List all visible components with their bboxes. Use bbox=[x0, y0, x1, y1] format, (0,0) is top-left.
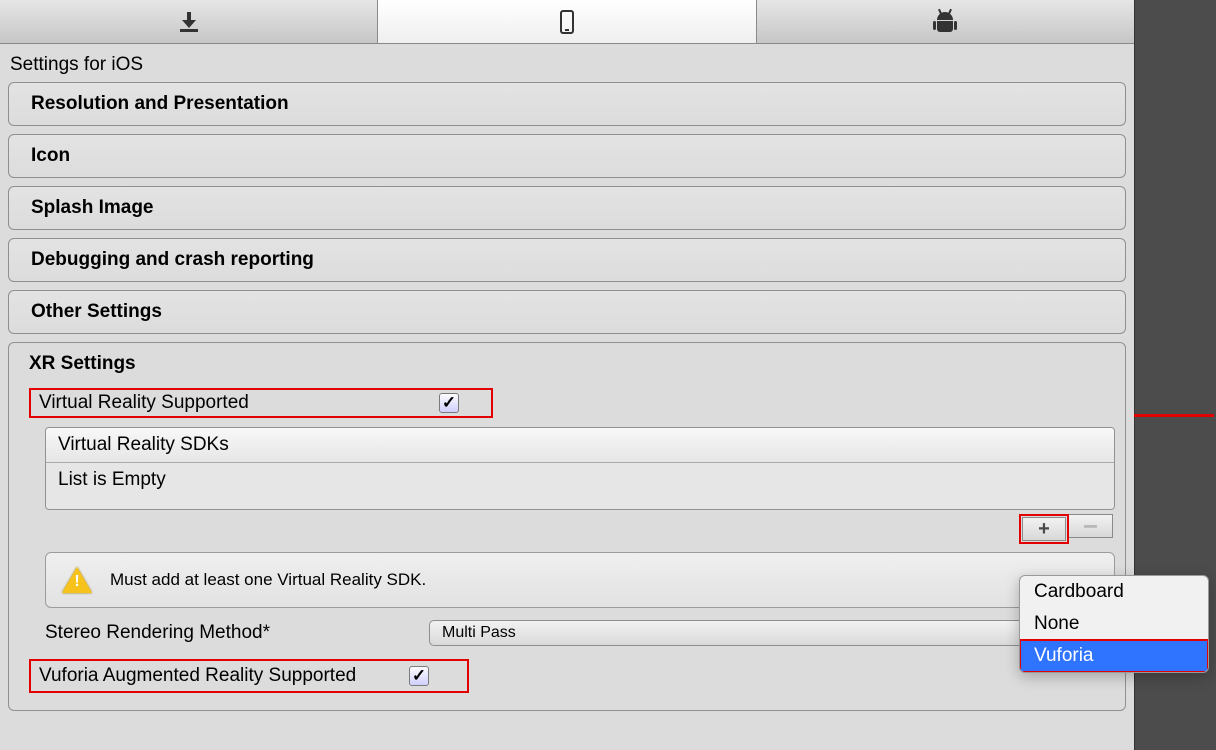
section-other[interactable]: Other Settings bbox=[8, 290, 1126, 334]
add-sdk-highlight: + bbox=[1019, 514, 1069, 544]
stereo-rendering-row: Stereo Rendering Method* Multi Pass bbox=[19, 618, 1115, 654]
sdk-popup-menu: Cardboard None Vuforia bbox=[1019, 575, 1209, 673]
stereo-rendering-label: Stereo Rendering Method* bbox=[45, 622, 429, 644]
vr-sdks-list: Virtual Reality SDKs List is Empty bbox=[45, 427, 1115, 510]
stereo-rendering-dropdown[interactable]: Multi Pass bbox=[429, 620, 1105, 646]
section-resolution[interactable]: Resolution and Presentation bbox=[8, 82, 1126, 126]
section-xr-settings: XR Settings Virtual Reality Supported ✓ … bbox=[8, 342, 1126, 711]
sdk-list-buttons: + − bbox=[19, 514, 1115, 544]
popup-item-cardboard[interactable]: Cardboard bbox=[1020, 576, 1208, 608]
download-icon bbox=[180, 12, 198, 32]
sdk-warning: Must add at least one Virtual Reality SD… bbox=[45, 552, 1115, 608]
xr-settings-header: XR Settings bbox=[19, 349, 1115, 383]
warning-icon bbox=[62, 567, 92, 593]
annotation-tick bbox=[1134, 414, 1214, 417]
remove-sdk-button[interactable]: − bbox=[1069, 514, 1113, 538]
sdk-warning-text: Must add at least one Virtual Reality SD… bbox=[110, 570, 426, 590]
tab-android[interactable] bbox=[757, 0, 1134, 43]
vuforia-ar-checkbox[interactable]: ✓ bbox=[409, 666, 429, 686]
settings-title: Settings for iOS bbox=[0, 44, 1134, 82]
sections-container: Resolution and Presentation Icon Splash … bbox=[0, 82, 1134, 711]
platform-tab-strip bbox=[0, 0, 1134, 44]
popup-item-vuforia[interactable]: Vuforia bbox=[1020, 640, 1208, 672]
android-icon bbox=[934, 12, 956, 32]
vr-supported-checkbox[interactable]: ✓ bbox=[439, 393, 459, 413]
phone-icon bbox=[560, 10, 574, 34]
popup-item-none[interactable]: None bbox=[1020, 608, 1208, 640]
vr-sdks-empty: List is Empty bbox=[46, 463, 1114, 509]
section-debug[interactable]: Debugging and crash reporting bbox=[8, 238, 1126, 282]
vr-supported-label: Virtual Reality Supported bbox=[39, 392, 439, 414]
tab-standalone[interactable] bbox=[0, 0, 378, 43]
vr-sdks-header: Virtual Reality SDKs bbox=[46, 428, 1114, 463]
vr-supported-row: Virtual Reality Supported ✓ bbox=[19, 383, 1115, 423]
tab-ios[interactable] bbox=[378, 0, 756, 43]
section-splash[interactable]: Splash Image bbox=[8, 186, 1126, 230]
add-sdk-button[interactable]: + bbox=[1022, 517, 1066, 541]
section-icon[interactable]: Icon bbox=[8, 134, 1126, 178]
inspector-panel: Settings for iOS Resolution and Presenta… bbox=[0, 0, 1135, 750]
vuforia-ar-label: Vuforia Augmented Reality Supported bbox=[39, 665, 409, 687]
vuforia-row: Vuforia Augmented Reality Supported ✓ bbox=[19, 654, 1115, 698]
